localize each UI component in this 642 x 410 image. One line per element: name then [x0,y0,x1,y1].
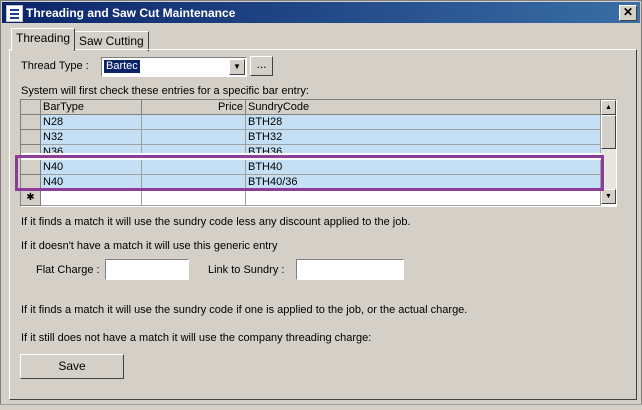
main-window: Threading and Saw Cut Maintenance ✕ Thre… [0,0,642,409]
close-button[interactable]: ✕ [619,5,637,21]
row-selector[interactable] [21,145,41,153]
info-generic-text: If it doesn't have a match it will use t… [21,240,278,252]
cell-sundrycode[interactable]: BTH40/36 [246,175,601,190]
link-sundry-label: Link to Sundry : [208,264,285,276]
cell-price[interactable] [142,115,246,130]
cell-bartype[interactable]: N36 [41,145,142,153]
info-charge-text: If it finds a match it will use the sund… [21,304,468,316]
column-header-sundrycode[interactable]: SundryCode [246,100,601,115]
cell-bartype[interactable]: N40 [41,175,142,190]
row-selector-header [21,100,41,115]
row-selector[interactable] [21,115,41,130]
info-match-text: If it finds a match it will use the sund… [21,216,411,228]
cell-bartype[interactable]: N28 [41,115,142,130]
cell-price[interactable] [142,160,246,175]
scroll-thumb[interactable] [601,115,616,149]
new-row-icon[interactable]: ✱ [21,191,41,206]
table-row[interactable]: N40 BTH40 [21,160,601,175]
browse-button[interactable]: ... [250,56,273,76]
cell-bartype[interactable]: N32 [41,130,142,145]
new-cell-bartype[interactable] [41,191,142,206]
chevron-down-icon[interactable]: ▼ [229,59,245,75]
save-button[interactable]: Save [20,354,124,379]
tab-threading[interactable]: Threading [11,28,76,51]
info-company-text: If it still does not have a match it wil… [21,332,372,344]
row-selector[interactable] [21,175,41,190]
cell-price[interactable] [142,145,246,153]
cell-sundrycode[interactable]: BTH28 [246,115,601,130]
thread-type-value: Bartec [104,60,140,73]
cell-sundrycode[interactable]: BTH32 [246,130,601,145]
new-cell-price[interactable] [142,191,246,206]
cell-price[interactable] [142,175,246,190]
grid-vertical-scrollbar[interactable]: ▲ ▼ [601,100,616,204]
new-cell-sundrycode[interactable] [246,191,601,206]
thread-type-label: Thread Type : [21,60,89,72]
thread-type-dropdown[interactable]: Bartec ▼ [101,57,247,77]
row-selector[interactable] [21,130,41,145]
scroll-down-icon[interactable]: ▼ [601,189,616,204]
table-row[interactable]: N28 BTH28 [21,115,601,130]
link-sundry-field[interactable] [296,259,404,280]
table-row[interactable]: N40 BTH40/36 [21,175,601,190]
column-header-price[interactable]: Price [142,100,246,115]
row-selector[interactable] [21,160,41,175]
cell-bartype[interactable]: N40 [41,160,142,175]
cell-sundrycode[interactable]: BTH40 [246,160,601,175]
title-bar[interactable]: Threading and Saw Cut Maintenance ✕ [2,2,640,23]
flat-charge-field[interactable] [105,259,189,280]
flat-charge-label: Flat Charge : [36,264,100,276]
scroll-up-icon[interactable]: ▲ [601,100,616,115]
grid-header: BarType Price SundryCode [21,100,601,115]
window-title: Threading and Saw Cut Maintenance [26,6,236,20]
new-row[interactable]: ✱ [21,191,601,206]
app-icon [6,5,23,22]
bottom-strip [0,404,642,410]
table-row[interactable]: N32 BTH32 [21,130,601,145]
cell-price[interactable] [142,130,246,145]
column-header-bartype[interactable]: BarType [41,100,142,115]
table-row[interactable]: N36 BTH36 [21,145,601,153]
bar-entries-grid[interactable]: BarType Price SundryCode N28 BTH28 N32 B… [20,99,617,207]
cell-sundrycode[interactable]: BTH36 [246,145,601,153]
grid-intro-text: System will first check these entries fo… [21,85,309,97]
